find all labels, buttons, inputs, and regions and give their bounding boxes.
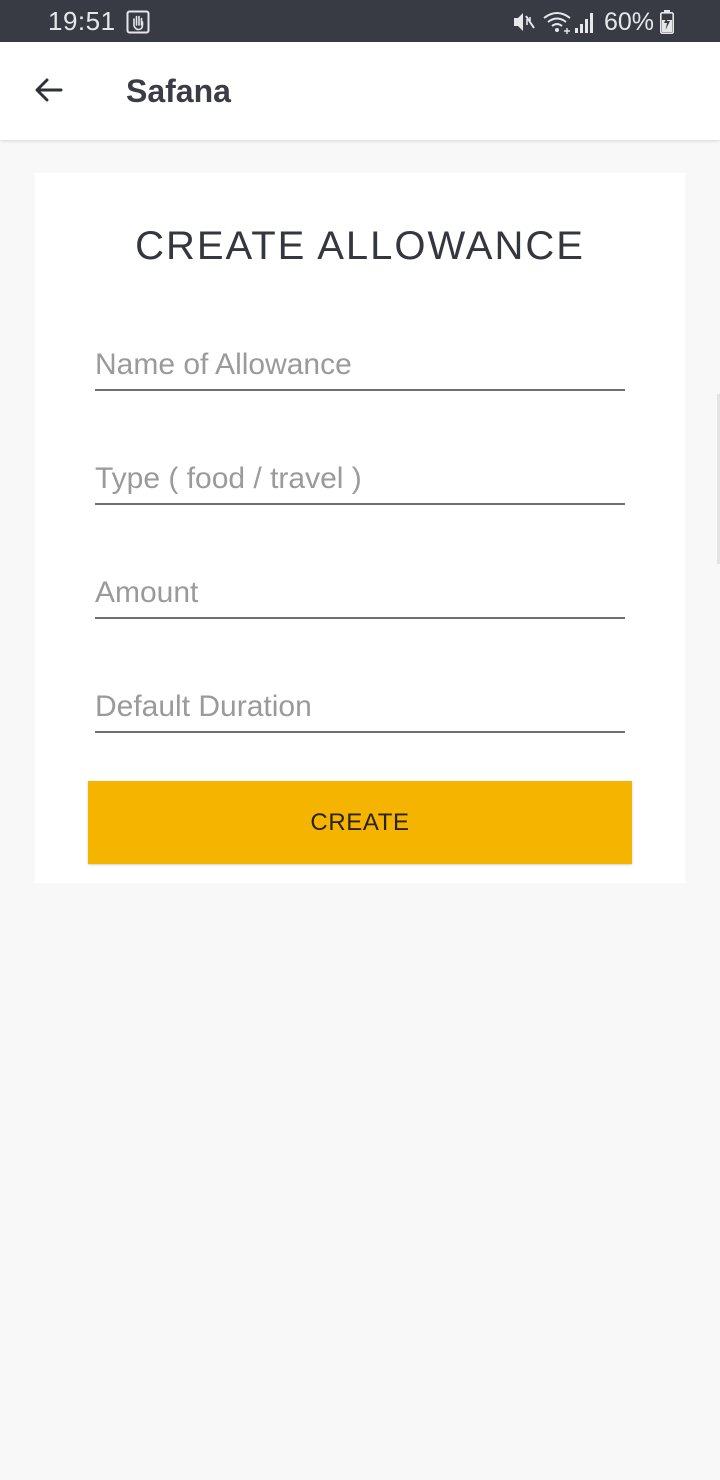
wifi-icon [542, 9, 572, 35]
default-duration-input[interactable] [95, 687, 625, 727]
battery-percent: 60% [603, 8, 654, 36]
signal-icon [574, 10, 596, 34]
amount-input[interactable] [95, 573, 625, 613]
create-button[interactable]: CREATE [88, 781, 632, 864]
status-bar: 19:51 60% [0, 0, 720, 42]
form-title: CREATE ALLOWANCE [135, 224, 585, 268]
default-duration-field [95, 679, 625, 733]
arrow-left-icon [33, 74, 65, 111]
form-card [35, 173, 685, 883]
allowance-name-field [95, 337, 625, 391]
back-button[interactable] [26, 69, 72, 115]
allowance-type-input[interactable] [95, 459, 625, 499]
app-bar: Safana [0, 42, 720, 140]
hand-gesture-icon [126, 10, 150, 34]
allowance-name-input[interactable] [95, 345, 625, 385]
status-time: 19:51 [48, 6, 116, 36]
status-icons: 60% [510, 8, 674, 36]
allowance-type-field [95, 451, 625, 505]
battery-charging-icon [660, 10, 674, 34]
mute-icon [510, 9, 536, 35]
app-title: Safana [126, 73, 231, 109]
amount-field [95, 565, 625, 619]
